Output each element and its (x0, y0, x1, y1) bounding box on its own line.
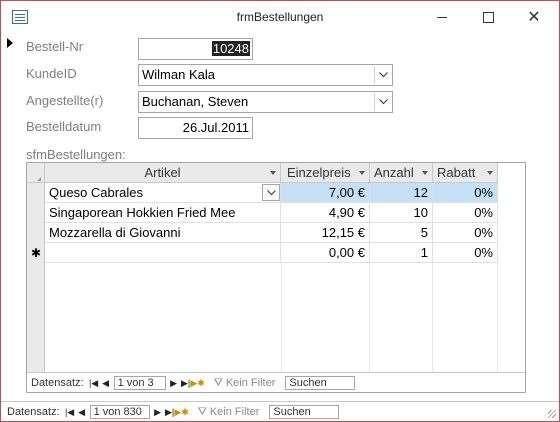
previous-record-icon[interactable]: ◀ (100, 376, 112, 390)
filter-icon: ⛛ (213, 376, 223, 389)
column-header-anzahl[interactable]: Anzahl (370, 163, 433, 183)
chevron-down-icon (378, 72, 388, 78)
table-row-2-anzahl[interactable]: 10 (370, 203, 433, 223)
kunde-id-combo[interactable]: Wilman Kala (138, 64, 393, 86)
angestellte-value: Buchanan, Steven (142, 94, 249, 109)
form-window: frmBestellungen ✕ Bestell-Nr 10248 Kunde… (0, 0, 560, 422)
new-record-nav-icon[interactable]: ▶✱ (174, 405, 188, 419)
subform-navigation-bar: Datensatz: |◀ ◀ 1 von 3 ▶ ▶| ▶✱ ⛛ Kein F… (31, 374, 356, 392)
einzelpreis-header-label: Einzelpreis (287, 165, 351, 180)
table-row-1-artikel[interactable]: Queso Cabrales (45, 183, 281, 203)
chevron-down-icon (378, 99, 388, 105)
column-header-einzelpreis[interactable]: Einzelpreis (281, 163, 370, 183)
subform-record-position[interactable]: 1 von 3 (113, 376, 166, 390)
anzahl-sort-icon[interactable] (422, 171, 428, 175)
artikel-dropdown-button[interactable] (262, 184, 280, 201)
row-selector-column (27, 163, 45, 372)
anzahl-header-label: Anzahl (374, 165, 414, 180)
artikel-header-label: Artikel (144, 165, 181, 180)
bestelldatum-field[interactable]: 26.Jul.2011 (138, 117, 253, 139)
table-row-2-artikel[interactable]: Singaporean Hokkien Fried Mee (45, 203, 281, 223)
record-pointer-icon (7, 38, 13, 48)
new-record-nav-icon[interactable]: ▶✱ (190, 376, 204, 390)
rabatt-header-label: Rabatt (437, 165, 476, 180)
minimize-button[interactable] (419, 1, 465, 33)
column-divider (497, 263, 498, 372)
maximize-icon (482, 11, 494, 23)
table-row-1-einzelpreis[interactable]: 7,00 € (281, 183, 370, 203)
minimize-icon (437, 16, 447, 18)
artikel-sort-icon[interactable] (270, 171, 276, 175)
column-divider (369, 263, 370, 372)
maximize-button[interactable] (465, 1, 511, 33)
new-row-anzahl[interactable]: 1 (370, 243, 433, 263)
bestell-nr-label: Bestell-Nr (26, 39, 84, 54)
main-filter-label: Kein Filter (209, 406, 260, 418)
main-nav-divider (1, 401, 559, 402)
select-all-corner[interactable] (27, 163, 45, 183)
column-divider (432, 263, 433, 372)
table-row-3-anzahl[interactable]: 5 (370, 223, 433, 243)
column-divider (281, 263, 282, 372)
bestell-nr-value: 10248 (211, 41, 250, 56)
einzelpreis-sort-icon[interactable] (359, 171, 365, 175)
table-row-3-einzelpreis[interactable]: 12,15 € (281, 223, 370, 243)
table-row-3-artikel[interactable]: Mozzarella di Giovanni (45, 223, 281, 243)
artikel-value: Queso Cabrales (49, 185, 143, 200)
rabatt-sort-icon[interactable] (487, 171, 493, 175)
kunde-id-value: Wilman Kala (142, 67, 215, 82)
subform-nav-label: Datensatz: (31, 377, 84, 389)
table-row-3-rabatt[interactable]: 0% (433, 223, 498, 243)
title-bar[interactable]: frmBestellungen ✕ (1, 1, 559, 33)
column-header-artikel[interactable]: Artikel (45, 163, 281, 183)
previous-record-icon[interactable]: ◀ (76, 405, 88, 419)
record-selector[interactable] (1, 33, 19, 401)
new-row-einzelpreis[interactable]: 0,00 € (281, 243, 370, 263)
resize-grip-icon[interactable] (548, 410, 556, 418)
chevron-down-icon (266, 189, 276, 195)
main-navigation-bar: Datensatz: |◀ ◀ 1 von 830 ▶ ▶| ▶✱ ⛛ Kein… (7, 403, 340, 421)
subform: Artikel Einzelpreis Anzahl Rabatt Queso … (26, 162, 526, 393)
subform-label: sfmBestellungen: (26, 147, 126, 162)
angestellte-label: Angestellte(r) (26, 93, 104, 108)
subform-search-input[interactable]: Suchen (285, 376, 356, 390)
subform-filter-label: Kein Filter (225, 377, 276, 389)
new-row-artikel[interactable] (45, 243, 281, 263)
bestell-nr-field[interactable]: 10248 (138, 38, 253, 60)
kunde-id-dropdown-button[interactable] (374, 66, 391, 84)
main-search-input[interactable]: Suchen (269, 405, 340, 419)
main-filter-button[interactable]: ⛛ Kein Filter (198, 406, 260, 419)
table-row-1-rabatt[interactable]: 0% (433, 183, 498, 203)
close-button[interactable]: ✕ (511, 1, 557, 33)
next-record-icon[interactable]: ▶ (168, 376, 180, 390)
table-row-2-rabatt[interactable]: 0% (433, 203, 498, 223)
next-record-icon[interactable]: ▶ (152, 405, 164, 419)
subform-nav-divider (27, 372, 525, 373)
table-row-1-anzahl[interactable]: 12 (370, 183, 433, 203)
close-icon: ✕ (527, 9, 541, 26)
filter-icon: ⛛ (197, 405, 207, 418)
kunde-id-label: KundeID (26, 66, 77, 81)
bestelldatum-label: Bestelldatum (26, 119, 102, 134)
first-record-icon[interactable]: |◀ (64, 405, 76, 419)
new-record-icon: ✱ (30, 246, 42, 260)
angestellte-combo[interactable]: Buchanan, Steven (138, 91, 393, 113)
select-all-icon (37, 177, 41, 181)
main-record-position[interactable]: 1 von 830 (89, 405, 150, 419)
first-record-icon[interactable]: |◀ (88, 376, 100, 390)
main-nav-label: Datensatz: (7, 406, 60, 418)
table-row-2-einzelpreis[interactable]: 4,90 € (281, 203, 370, 223)
bestelldatum-value: 26.Jul.2011 (182, 120, 249, 135)
subform-filter-button[interactable]: ⛛ Kein Filter (214, 377, 276, 390)
new-row-rabatt[interactable]: 0% (433, 243, 498, 263)
column-header-rabatt[interactable]: Rabatt (433, 163, 498, 183)
angestellte-dropdown-button[interactable] (374, 93, 391, 111)
